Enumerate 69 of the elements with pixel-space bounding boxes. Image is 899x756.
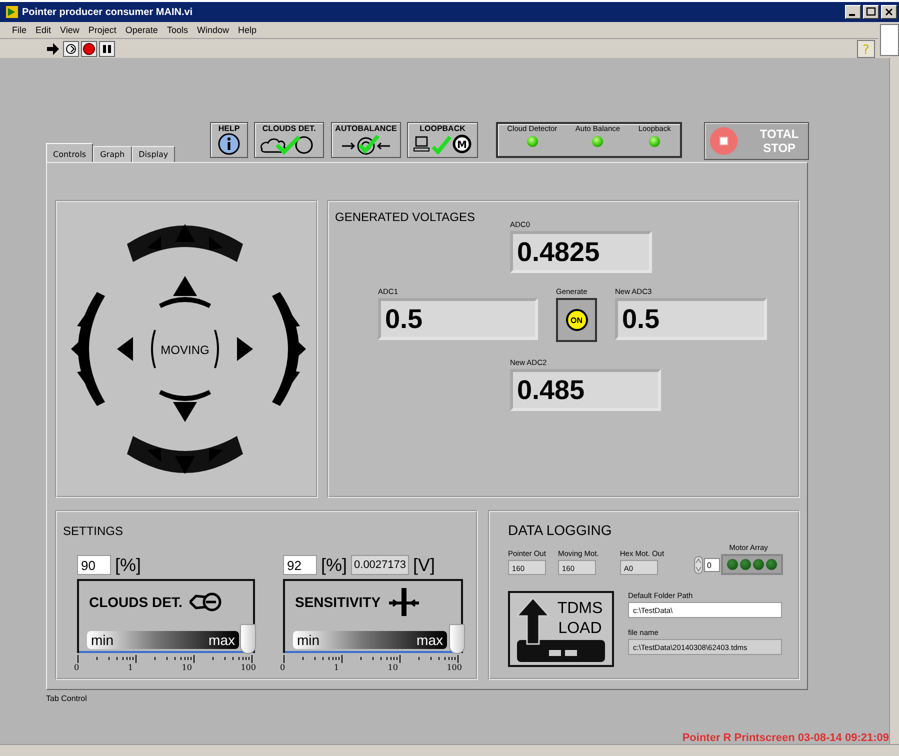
scale-label: 100 xyxy=(446,663,462,672)
slider-title: CLOUDS DET. xyxy=(89,594,182,610)
min-label: min xyxy=(297,632,320,648)
numeric-indicator: 0.485 xyxy=(510,369,661,411)
run-continuously-icon[interactable] xyxy=(63,40,79,56)
panel-button[interactable]: LOOPBACK M xyxy=(407,122,478,158)
info-icon xyxy=(218,133,240,155)
vertical-scrollbar[interactable] xyxy=(889,58,899,744)
minimize-icon[interactable] xyxy=(845,5,861,19)
unit-label: [%] xyxy=(321,554,348,576)
numeric-indicator: 0.5 xyxy=(615,298,767,340)
window-title: Pointer producer consumer MAIN.vi xyxy=(22,6,193,18)
percent-field[interactable]: 92 xyxy=(283,555,317,575)
slider-thumb[interactable] xyxy=(240,624,256,654)
close-icon[interactable] xyxy=(881,5,897,19)
menu-item[interactable]: Help xyxy=(238,25,256,35)
tab[interactable]: Display xyxy=(132,146,176,162)
panel-button[interactable]: AUTOBALANCE xyxy=(331,122,401,158)
joystick-label: MOVING xyxy=(160,343,210,357)
joystick-drawing[interactable] xyxy=(71,224,306,474)
numeric-indicator: 0.5 xyxy=(378,298,538,340)
on-indicator: ON xyxy=(566,309,588,331)
stop-icon xyxy=(709,126,739,156)
abort-icon[interactable] xyxy=(81,40,97,56)
min-label: min xyxy=(91,632,114,648)
panel-title: DATA LOGGING xyxy=(508,522,612,538)
horizontal-scrollbar[interactable] xyxy=(0,744,899,756)
scale-label: 100 xyxy=(240,663,256,672)
vi-icon xyxy=(880,24,899,56)
run-arrow-icon[interactable] xyxy=(45,40,61,56)
tab[interactable]: Graph xyxy=(93,146,132,162)
menu-item[interactable]: Edit xyxy=(36,25,52,35)
slider-thumb[interactable] xyxy=(449,624,466,654)
printscreen-caption-text: Pointer R Printscreen 03-08-14 09:21:09 xyxy=(682,732,889,744)
tab[interactable]: Controls xyxy=(46,143,94,162)
menu-item[interactable]: Window xyxy=(196,25,229,35)
menu-item[interactable]: Project xyxy=(88,25,116,35)
generate-button[interactable]: ON xyxy=(556,298,597,342)
percent-field[interactable]: 90 xyxy=(77,555,111,575)
unit-label: [V] xyxy=(413,554,436,576)
menu-item[interactable]: Tools xyxy=(166,25,188,35)
maximize-icon[interactable] xyxy=(863,5,879,19)
panel-button[interactable]: CLOUDS DET. xyxy=(254,122,324,158)
unit-label: [%] xyxy=(115,554,142,576)
panel-title: SETTINGS xyxy=(63,524,124,538)
crosshair-icon xyxy=(386,587,421,617)
key-icon xyxy=(188,591,222,613)
numeric-indicator: 0.4825 xyxy=(510,231,652,273)
spinner-icon[interactable] xyxy=(694,556,704,574)
menu-item[interactable]: View xyxy=(60,25,80,35)
app-icon xyxy=(6,6,18,18)
tab-control-label: Tab Control xyxy=(46,694,88,703)
pause-icon[interactable] xyxy=(99,40,115,56)
menu-item[interactable]: Operate xyxy=(125,25,158,35)
voltage-indicator: 0.0027173 xyxy=(351,555,410,575)
panel-button[interactable]: HELP xyxy=(210,122,248,158)
scale-label: 1 xyxy=(128,663,133,672)
scale-label: 10 xyxy=(182,663,192,672)
tdms-load-button[interactable]: TDMS LOAD xyxy=(508,591,614,667)
scale-label: 1 xyxy=(334,663,339,672)
menu-item[interactable]: File xyxy=(12,25,27,35)
max-label: max xyxy=(208,632,235,648)
index-field[interactable]: 0 xyxy=(704,558,720,572)
scale-label: 0 xyxy=(74,663,80,672)
max-label: max xyxy=(416,632,443,648)
panel-title: GENERATED VOLTAGES xyxy=(335,210,476,224)
slider-title: SENSITIVITY xyxy=(295,594,381,610)
scale-label: 0 xyxy=(280,663,286,672)
scale-label: 10 xyxy=(388,663,398,672)
